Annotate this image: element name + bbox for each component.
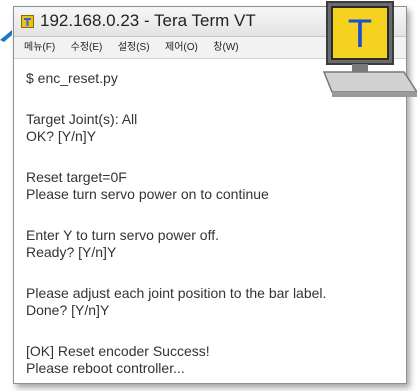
menu-edit[interactable]: 수정(E) bbox=[71, 37, 103, 58]
terminal-line: Ready? [Y/n]Y bbox=[26, 244, 117, 260]
menu-control[interactable]: 제어(O) bbox=[165, 37, 198, 58]
terminal-line: Please adjust each joint position to the… bbox=[26, 285, 327, 301]
tera-term-app-icon bbox=[21, 15, 34, 28]
terminal-line: [OK] Reset encoder Success! bbox=[26, 343, 210, 359]
terminal-line: OK? [Y/n]Y bbox=[26, 128, 97, 144]
logo-letter: T bbox=[348, 12, 372, 56]
terminal-line: Please reboot controller... bbox=[26, 360, 185, 376]
window-title: 192.168.0.23 - Tera Term VT bbox=[40, 11, 256, 30]
menu-file[interactable]: 메뉴(F) bbox=[24, 37, 55, 58]
terminal-line: Please turn servo power on to continue bbox=[26, 186, 269, 202]
menu-setup[interactable]: 설정(S) bbox=[118, 37, 150, 58]
computer-icon: T bbox=[322, 1, 417, 97]
terminal-line: Reset target=0F bbox=[26, 169, 127, 185]
terminal-line: Done? [Y/n]Y bbox=[26, 302, 110, 318]
terminal-line: Enter Y to turn servo power off. bbox=[26, 227, 219, 243]
menu-window[interactable]: 창(W) bbox=[213, 37, 238, 58]
terminal-output[interactable]: $ enc_reset.py Target Joint(s): All OK? … bbox=[14, 59, 406, 383]
terminal-line: $ enc_reset.py bbox=[26, 70, 118, 86]
terminal-line: Target Joint(s): All bbox=[26, 111, 138, 127]
arrow-pointer-icon bbox=[0, 30, 12, 42]
